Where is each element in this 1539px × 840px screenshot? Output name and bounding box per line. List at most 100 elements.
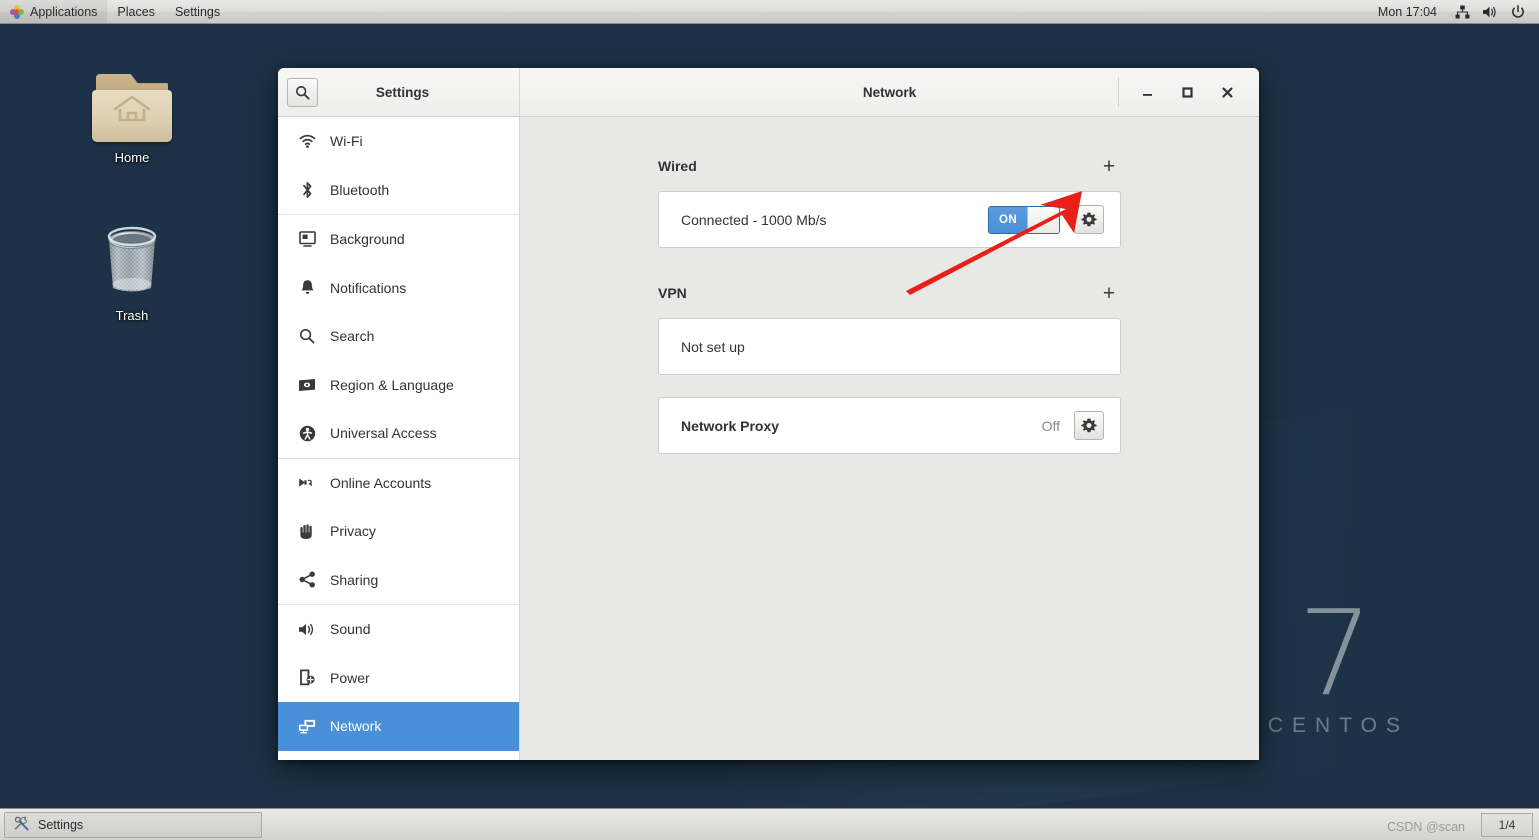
search-icon — [298, 327, 316, 345]
taskbar: Settings 1/4 — [0, 808, 1539, 840]
window-titlebar: Settings Network — [278, 68, 1259, 117]
accessibility-icon — [298, 424, 316, 442]
top-panel: Applications Places Settings Mon 17:04 — [0, 0, 1539, 24]
add-wired-button[interactable]: + — [1097, 154, 1121, 178]
sidebar-item-bluetooth[interactable]: Bluetooth — [278, 166, 519, 215]
sidebar-item-label: Region & Language — [330, 376, 454, 393]
wired-title: Wired — [658, 158, 697, 174]
sidebar-item-universal-access[interactable]: Universal Access — [278, 409, 519, 458]
sidebar-item-online-accounts[interactable]: Online Accounts — [278, 459, 519, 508]
sidebar-item-label: Wi-Fi — [330, 133, 363, 150]
close-icon — [1221, 86, 1233, 98]
centos-branding: 7 CENTOS — [1260, 583, 1409, 738]
sidebar-item-label: Sharing — [330, 571, 379, 588]
window-controls — [1118, 68, 1259, 116]
titlebar-divider — [1118, 77, 1119, 107]
trash-icon — [93, 222, 171, 302]
sidebar-item-label: Background — [330, 231, 405, 248]
taskbar-window-label: Settings — [38, 817, 84, 832]
sidebar-item-notifications[interactable]: Notifications — [278, 264, 519, 313]
maximize-button[interactable] — [1167, 68, 1207, 116]
settings-window-menu[interactable]: Settings — [165, 0, 230, 23]
wifi-icon — [298, 132, 316, 150]
search-button[interactable] — [287, 77, 318, 107]
desktop-icon-trash[interactable]: Trash — [76, 222, 188, 323]
sidebar-item-power[interactable]: Power — [278, 654, 519, 703]
maximize-icon — [1181, 86, 1193, 98]
centos-version-number: 7 — [1297, 583, 1373, 722]
taskbar-window-button-settings[interactable]: Settings — [4, 811, 262, 838]
sidebar-item-network[interactable]: Network — [278, 702, 519, 751]
settings-window: Settings Network Wi-Fi Bluetooth Backgro… — [278, 68, 1259, 760]
power-plug-icon — [298, 669, 316, 687]
settings-sidebar: Wi-Fi Bluetooth Background Notifications… — [278, 117, 520, 760]
clock[interactable]: Mon 17:04 — [1368, 5, 1447, 19]
vpn-section-header: VPN + — [658, 278, 1121, 308]
background-icon — [298, 230, 316, 248]
sidebar-item-label: Bluetooth — [330, 181, 390, 198]
sidebar-item-sound[interactable]: Sound — [278, 605, 519, 654]
applications-flower-icon — [10, 4, 24, 19]
gear-icon — [1081, 418, 1097, 432]
sidebar-item-wifi[interactable]: Wi-Fi — [278, 117, 519, 166]
desktop-icon-home[interactable]: Home — [76, 72, 188, 165]
sidebar-item-privacy[interactable]: Privacy — [278, 507, 519, 556]
bell-icon — [298, 279, 316, 297]
wired-section-header: Wired + — [658, 151, 1121, 181]
places-menu[interactable]: Places — [107, 0, 165, 23]
home-folder-icon — [90, 72, 174, 144]
top-panel-status-area: Mon 17:04 — [1368, 0, 1539, 23]
sidebar-item-label: Privacy — [330, 523, 376, 540]
sidebar-item-label: Notifications — [330, 279, 407, 296]
sidebar-item-search[interactable]: Search — [278, 312, 519, 361]
network-proxy-gear-button[interactable] — [1074, 411, 1104, 440]
minimize-icon — [1142, 93, 1152, 96]
wired-toggle-switch[interactable]: ON — [988, 205, 1060, 234]
share-icon — [298, 571, 316, 589]
sidebar-item-label: Sound — [330, 621, 371, 638]
search-icon — [295, 85, 310, 99]
wired-settings-gear-button[interactable] — [1074, 205, 1104, 234]
vpn-row: Not set up — [658, 318, 1121, 375]
keyboard-icon — [298, 376, 316, 394]
wired-status-label: Connected - 1000 Mb/s — [681, 211, 827, 228]
places-menu-label: Places — [117, 4, 155, 19]
add-vpn-button[interactable]: + — [1097, 281, 1121, 305]
vpn-title: VPN — [658, 285, 687, 301]
sidebar-item-label: Network — [330, 718, 382, 735]
sidebar-item-label: Search — [330, 328, 375, 345]
applications-menu[interactable]: Applications — [0, 0, 108, 23]
sidebar-item-label: Universal Access — [330, 425, 437, 442]
sidebar-item-label: Online Accounts — [330, 474, 432, 491]
house-glyph — [113, 96, 151, 122]
gear-icon — [1081, 212, 1097, 226]
settings-title: Settings — [375, 84, 430, 100]
network-proxy-row: Network Proxy Off — [658, 397, 1121, 454]
top-panel-menus: Applications Places Settings — [0, 0, 230, 23]
network-wired-icon[interactable] — [1449, 0, 1475, 23]
sidebar-item-region-language[interactable]: Region & Language — [278, 361, 519, 410]
bluetooth-icon — [298, 181, 316, 199]
titlebar-right: Network — [520, 68, 1259, 116]
wired-connection-row: Connected - 1000 Mb/s ON — [658, 191, 1121, 248]
volume-icon[interactable] — [1477, 0, 1503, 23]
online-accounts-icon — [298, 474, 316, 492]
power-icon[interactable] — [1505, 0, 1531, 23]
applications-menu-label: Applications — [30, 4, 98, 19]
close-button[interactable] — [1207, 68, 1247, 116]
sidebar-item-background[interactable]: Background — [278, 215, 519, 264]
toggle-on-label: ON — [989, 206, 1027, 233]
workspace-switcher[interactable]: 1/4 — [1481, 812, 1533, 837]
toggle-knob — [1027, 206, 1059, 233]
speaker-icon — [298, 620, 316, 638]
minimize-button[interactable] — [1127, 68, 1167, 116]
network-proxy-label: Network Proxy — [681, 417, 780, 434]
tools-icon — [13, 815, 30, 835]
settings-menu-label: Settings — [174, 4, 221, 19]
sidebar-item-sharing[interactable]: Sharing — [278, 556, 519, 605]
desktop-icon-label: Home — [114, 150, 150, 165]
window-body: Wi-Fi Bluetooth Background Notifications… — [278, 117, 1259, 760]
vpn-status-label: Not set up — [681, 338, 745, 355]
network-icon — [298, 717, 316, 735]
network-panel: Wired + Connected - 1000 Mb/s ON VPN + N… — [520, 117, 1259, 760]
